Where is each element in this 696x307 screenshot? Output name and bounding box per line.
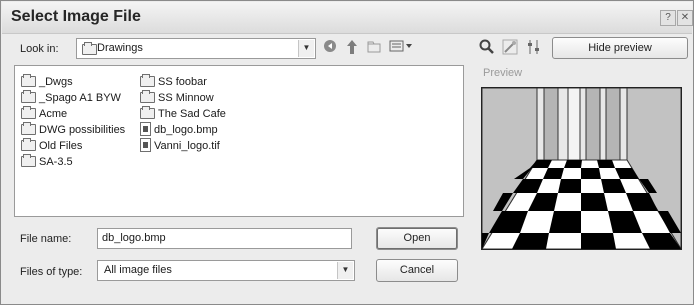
back-arrow-icon[interactable] bbox=[321, 39, 339, 57]
folder-icon bbox=[140, 105, 155, 119]
folder-icon bbox=[21, 137, 36, 151]
folder-icon bbox=[21, 89, 36, 103]
tools-icon[interactable] bbox=[501, 39, 519, 57]
preview-image bbox=[481, 87, 682, 250]
list-item[interactable]: DWG possibilities bbox=[21, 121, 125, 138]
list-item[interactable]: _Dwgs bbox=[21, 73, 73, 90]
options-icon[interactable] bbox=[525, 39, 543, 57]
list-item[interactable]: SS foobar bbox=[140, 73, 207, 90]
list-item[interactable]: Acme bbox=[21, 105, 67, 122]
image-file-icon bbox=[140, 138, 151, 153]
folder-icon bbox=[140, 73, 155, 87]
preview-label: Preview bbox=[483, 67, 523, 79]
look-in-label: Look in: bbox=[20, 43, 59, 55]
views-menu-icon[interactable] bbox=[388, 39, 414, 57]
folder-icon bbox=[21, 73, 36, 87]
folder-icon bbox=[140, 89, 155, 103]
cancel-button[interactable]: Cancel bbox=[376, 259, 458, 282]
folder-icon bbox=[21, 121, 36, 135]
look-in-combo[interactable]: Drawings ▼ bbox=[76, 38, 316, 59]
files-of-type-combo[interactable]: All image files ▼ bbox=[97, 260, 355, 281]
select-image-file-dialog: Select Image File ? ✕ Look in: Drawings … bbox=[0, 0, 694, 305]
help-button[interactable]: ? bbox=[660, 10, 676, 26]
list-item[interactable]: The Sad Cafe bbox=[140, 105, 226, 122]
file-list[interactable]: _Dwgs _Spago A1 BYW Acme DWG possibiliti… bbox=[14, 65, 464, 217]
list-item[interactable]: SA-3.5 bbox=[21, 153, 73, 170]
file-name-field[interactable]: db_logo.bmp bbox=[97, 228, 352, 249]
open-button[interactable]: Open bbox=[376, 227, 458, 250]
list-item[interactable]: Vanni_logo.tif bbox=[140, 138, 220, 154]
look-in-value: Drawings bbox=[97, 42, 143, 54]
list-item[interactable]: Old Files bbox=[21, 137, 82, 154]
folder-icon bbox=[21, 153, 36, 167]
chevron-down-icon[interactable]: ▼ bbox=[298, 40, 314, 57]
files-of-type-label: Files of type: bbox=[20, 266, 83, 278]
files-of-type-value: All image files bbox=[104, 264, 172, 276]
folder-icon bbox=[82, 42, 97, 55]
list-item[interactable]: _Spago A1 BYW bbox=[21, 89, 121, 106]
find-icon[interactable] bbox=[478, 39, 496, 57]
file-name-value: db_logo.bmp bbox=[102, 232, 166, 244]
folder-icon bbox=[21, 105, 36, 119]
hide-preview-label: Hide preview bbox=[588, 42, 652, 54]
new-folder-icon[interactable] bbox=[365, 39, 383, 57]
chevron-down-icon[interactable]: ▼ bbox=[337, 262, 353, 279]
list-item[interactable]: SS Minnow bbox=[140, 89, 214, 106]
hide-preview-button[interactable]: Hide preview bbox=[552, 37, 688, 59]
close-button[interactable]: ✕ bbox=[677, 10, 693, 26]
list-item[interactable]: db_logo.bmp bbox=[140, 122, 218, 138]
up-one-level-icon[interactable] bbox=[343, 39, 361, 57]
title-bar[interactable]: Select Image File ? ✕ bbox=[2, 2, 693, 34]
dialog-title: Select Image File bbox=[11, 8, 141, 25]
file-name-label: File name: bbox=[20, 233, 72, 245]
image-file-icon bbox=[140, 122, 151, 137]
